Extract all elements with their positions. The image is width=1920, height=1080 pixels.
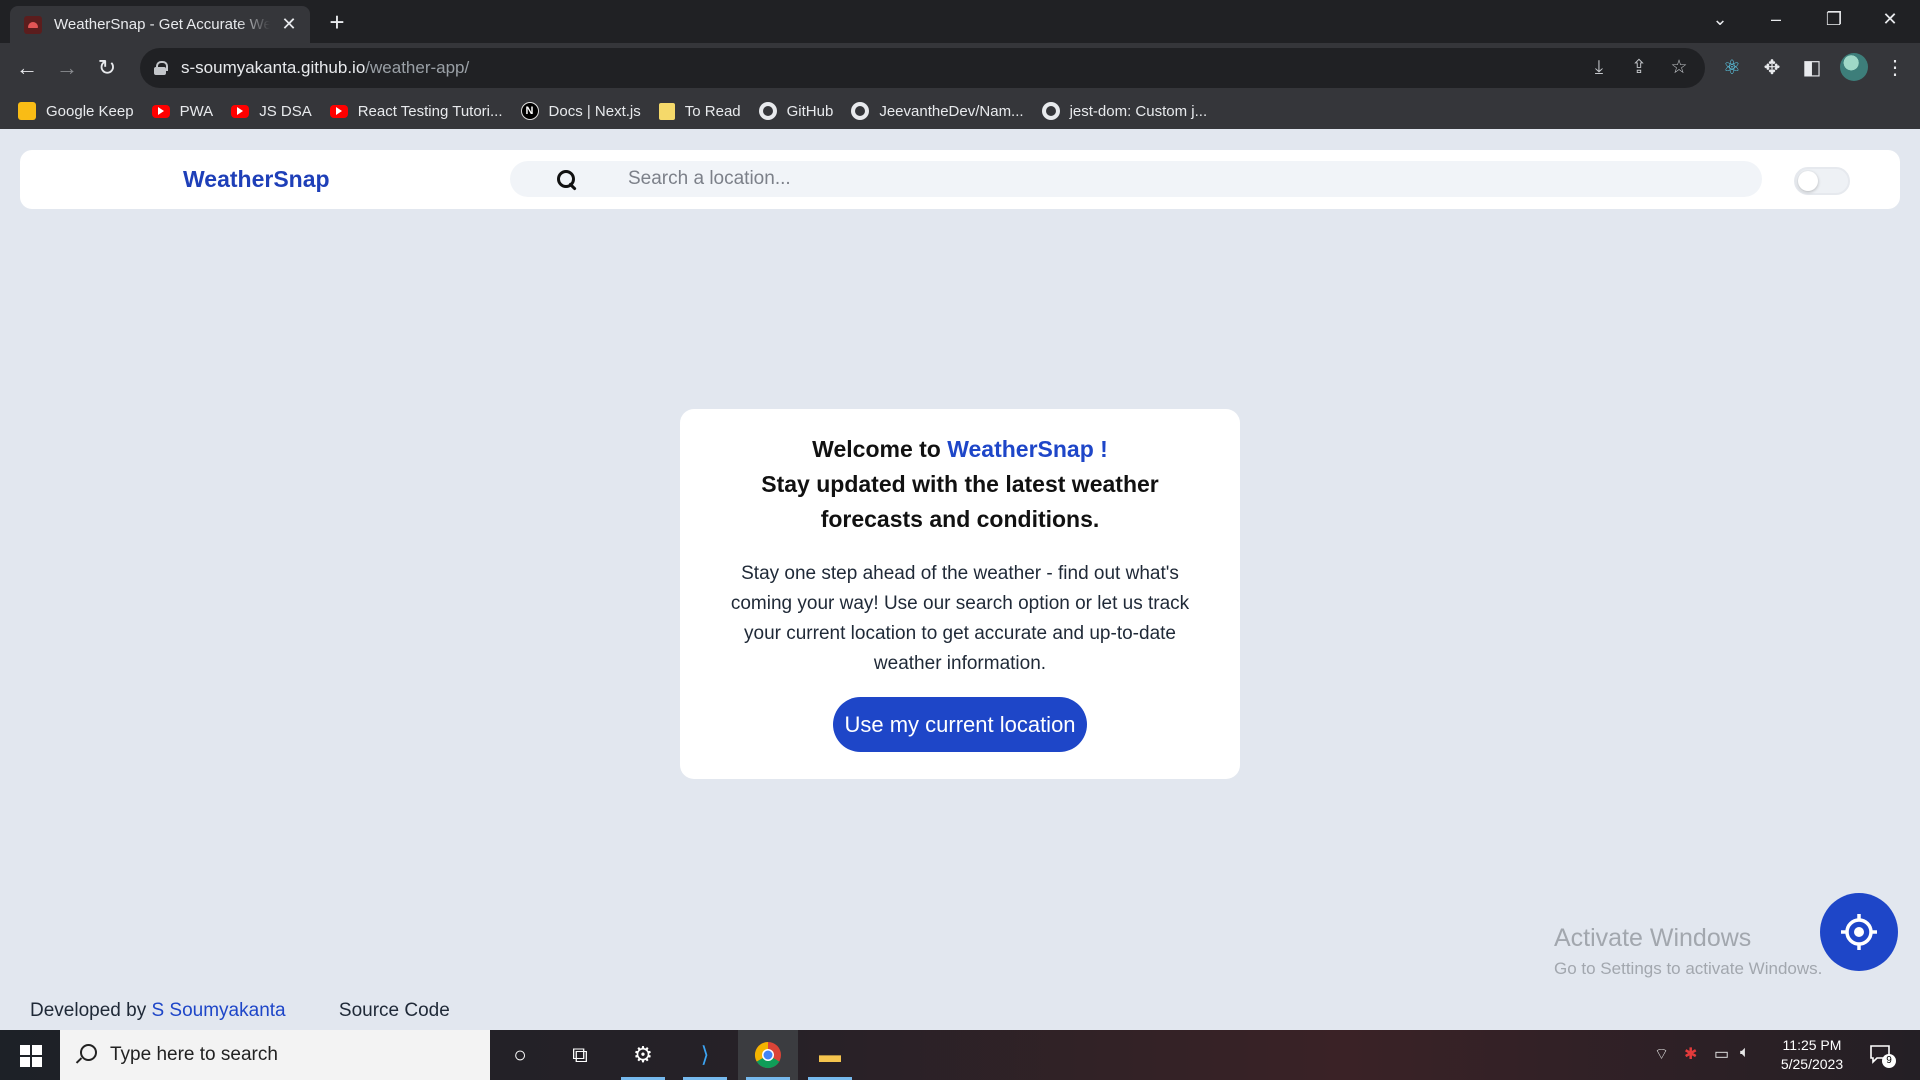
folder-icon <box>658 102 675 120</box>
battery-icon[interactable]: ▭ <box>1714 1044 1729 1064</box>
search-bar <box>510 161 1762 197</box>
notification-count-badge: 9 <box>1882 1054 1896 1068</box>
reload-button[interactable]: ↻ <box>90 51 124 85</box>
youtube-icon <box>231 104 250 118</box>
source-code-link[interactable]: Source Code <box>339 1000 450 1021</box>
welcome-card: Welcome to WeatherSnap ! Stay updated wi… <box>680 409 1240 779</box>
brand-logo[interactable]: WeatherSnap <box>183 166 330 193</box>
install-app-icon[interactable]: ⤓ <box>1587 58 1611 78</box>
bookmark-jeevanthedev[interactable]: JeevantheDev/Nam... <box>851 102 1024 120</box>
tab-search-chevron-icon[interactable]: ⌄ <box>1700 6 1740 32</box>
network-icon[interactable]: ⌔ <box>1654 1044 1669 1064</box>
crosshair-icon <box>1841 914 1877 950</box>
welcome-heading: Welcome to WeatherSnap ! <box>680 432 1240 467</box>
bookmark-label: To Read <box>684 102 741 120</box>
bookmark-label: React Testing Tutori... <box>357 102 503 120</box>
page-viewport: WeatherSnap Welcome to WeatherSnap ! Sta… <box>0 129 1920 1030</box>
address-bar[interactable]: s-soumyakanta.github.io/weather-app/ ⤓ ⇪… <box>140 48 1705 88</box>
bookmark-js-dsa[interactable]: JS DSA <box>231 103 312 120</box>
clock-time: 11:25 PM <box>1782 1037 1842 1053</box>
side-panel-icon[interactable]: ◧ <box>1797 51 1827 85</box>
theme-toggle[interactable] <box>1794 167 1850 195</box>
bookmark-label: jest-dom: Custom j... <box>1069 102 1208 120</box>
search-input[interactable] <box>628 161 1728 197</box>
app-header: WeatherSnap <box>20 150 1900 209</box>
bookmark-star-icon[interactable]: ☆ <box>1667 58 1691 78</box>
restore-button[interactable]: ❐ <box>1814 6 1854 32</box>
notification-center-icon[interactable]: 9 <box>1868 1042 1896 1068</box>
settings-gear-icon[interactable]: ⚙ <box>613 1030 673 1080</box>
locate-me-button[interactable] <box>1820 893 1898 971</box>
bookmark-github[interactable]: GitHub <box>758 102 834 120</box>
bookmark-pwa[interactable]: PWA <box>151 102 214 120</box>
bookmark-jest-dom[interactable]: jest-dom: Custom j... <box>1041 102 1208 120</box>
bookmark-google-keep[interactable]: Google Keep <box>18 102 134 120</box>
url-host: s-soumyakanta.github.io <box>181 58 366 77</box>
vscode-icon[interactable]: ⟩ <box>675 1030 735 1080</box>
bookmark-folder-to-read[interactable]: To Read <box>658 102 741 120</box>
extensions-puzzle-icon[interactable]: ✥ <box>1757 51 1787 85</box>
github-icon <box>851 102 870 120</box>
close-window-button[interactable]: ✕ <box>1870 6 1910 32</box>
cortana-icon[interactable]: ○ <box>490 1030 550 1080</box>
welcome-subheading: Stay updated with the latest weather for… <box>761 471 1159 532</box>
bookmark-label: PWA <box>179 102 214 120</box>
bookmark-label: GitHub <box>786 102 834 120</box>
weathersnap-favicon-icon <box>24 15 42 34</box>
welcome-prefix: Welcome to <box>812 436 948 462</box>
system-clock[interactable]: 11:25 PM 5/25/2023 <box>1762 1036 1862 1074</box>
bookmark-label: JS DSA <box>259 102 312 120</box>
windows-taskbar: Type here to search ○ ⧉ ⚙ ⟩ ▬ ⌔ ✱ ▭ 🔈︎ 1… <box>0 1030 1920 1080</box>
bookmark-label: Google Keep <box>46 102 134 120</box>
welcome-description: Stay one step ahead of the weather - fin… <box>730 563 1190 674</box>
page-footer: Developed by S Soumyakanta Source Code <box>30 1000 450 1022</box>
taskbar-search-box[interactable]: Type here to search <box>60 1030 490 1080</box>
bookmark-react-testing[interactable]: React Testing Tutori... <box>329 102 503 120</box>
share-icon[interactable]: ⇪ <box>1627 58 1651 78</box>
taskbar-search-placeholder: Type here to search <box>110 1044 278 1065</box>
search-icon[interactable] <box>556 169 578 191</box>
forward-button[interactable]: → <box>50 51 84 85</box>
bookmark-label: Docs | Next.js <box>548 102 641 120</box>
use-current-location-button[interactable]: Use my current location <box>833 697 1087 752</box>
youtube-icon <box>329 104 348 118</box>
volume-icon[interactable]: 🔈︎ <box>1740 1044 1750 1062</box>
clock-date: 5/25/2023 <box>1780 1056 1844 1072</box>
menu-kebab-icon[interactable]: ⋮ <box>1880 51 1910 85</box>
chrome-icon[interactable] <box>738 1030 798 1080</box>
react-devtools-icon[interactable]: ⚛ <box>1717 51 1747 85</box>
profile-avatar[interactable] <box>1840 53 1868 81</box>
taskbar-search-icon <box>76 1044 97 1064</box>
new-tab-button[interactable]: + <box>322 8 352 38</box>
lock-icon[interactable] <box>154 61 168 75</box>
chrome-logo-icon <box>754 1041 781 1069</box>
footer-developed-by: Developed by <box>30 1000 152 1021</box>
security-alert-icon[interactable]: ✱ <box>1684 1044 1697 1064</box>
welcome-brand: WeatherSnap ! <box>947 436 1108 462</box>
activate-windows-subtitle: Go to Settings to activate Windows. <box>1554 959 1823 978</box>
back-button[interactable]: ← <box>10 51 44 85</box>
tab-close-icon[interactable]: ✕ <box>278 14 300 35</box>
activate-windows-title: Activate Windows <box>1554 924 1752 952</box>
task-view-icon[interactable]: ⧉ <box>550 1030 610 1080</box>
url-path: /weather-app/ <box>365 58 470 77</box>
bookmark-label: JeevantheDev/Nam... <box>879 102 1024 120</box>
windows-start-icon[interactable] <box>12 1042 48 1068</box>
youtube-icon <box>151 104 170 118</box>
nextjs-icon: N <box>520 102 539 120</box>
minimize-button[interactable]: – <box>1756 6 1796 32</box>
bookmark-nextjs-docs[interactable]: N Docs | Next.js <box>520 102 641 120</box>
tab-title: WeatherSnap - Get Accurate Weather Forec… <box>54 16 270 33</box>
browser-tab-strip: WeatherSnap - Get Accurate Weather Forec… <box>0 0 1920 43</box>
file-explorer-icon[interactable]: ▬ <box>800 1030 860 1080</box>
browser-tab[interactable]: WeatherSnap - Get Accurate Weather Forec… <box>10 6 310 43</box>
github-icon <box>1041 102 1060 120</box>
author-link[interactable]: S Soumyakanta <box>151 1000 285 1021</box>
bookmarks-bar: Google Keep PWA JS DSA React Testing Tut… <box>0 93 1207 129</box>
github-icon <box>758 102 777 120</box>
browser-toolbar: ← → ↻ s-soumyakanta.github.io/weather-ap… <box>0 43 1920 129</box>
google-keep-icon <box>18 102 36 120</box>
